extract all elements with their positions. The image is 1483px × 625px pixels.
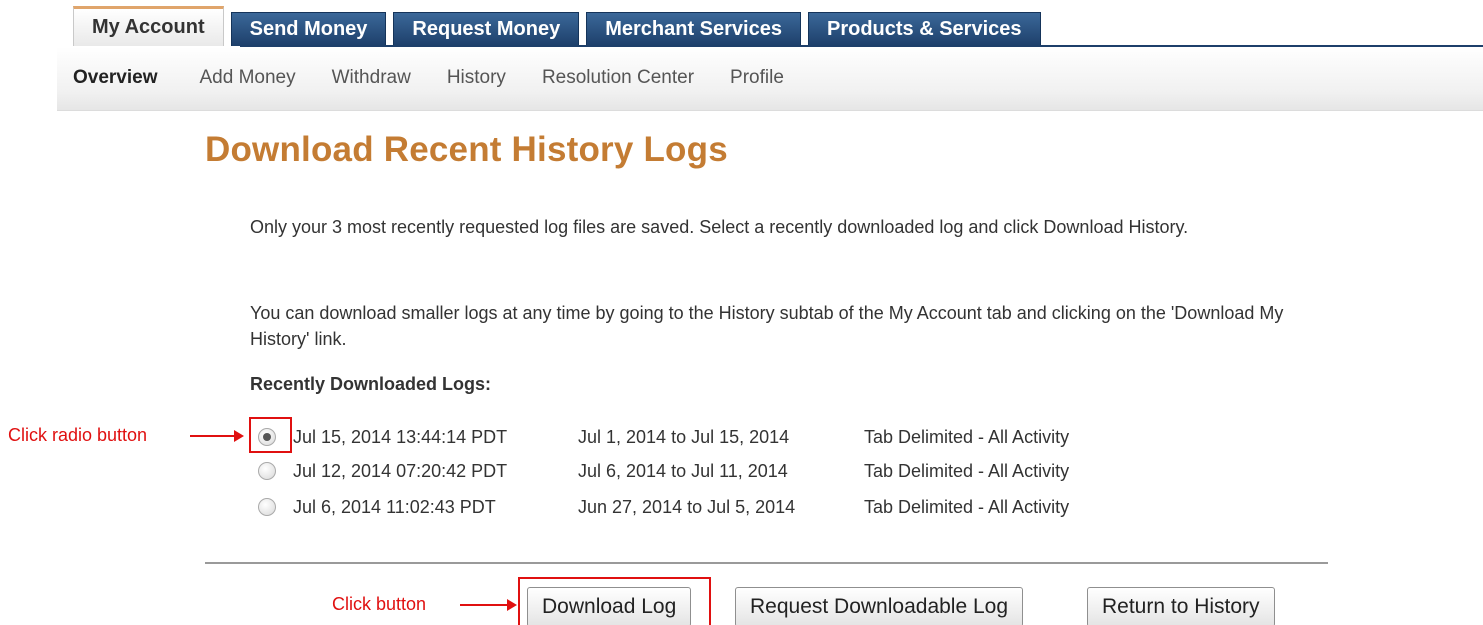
tab-products-services[interactable]: Products & Services <box>807 12 1041 46</box>
page-title: Download Recent History Logs <box>205 130 728 169</box>
tab-send-money[interactable]: Send Money <box>230 12 387 46</box>
log-type: Tab Delimited - All Activity <box>864 426 1070 447</box>
return-to-history-button[interactable]: Return to History <box>1087 587 1275 625</box>
log-radio-button[interactable] <box>258 462 276 480</box>
logs-heading: Recently Downloaded Logs: <box>250 374 492 394</box>
subnav-withdraw[interactable]: Withdraw <box>332 67 411 89</box>
tab-my-account[interactable]: My Account <box>73 6 224 46</box>
subnav-overview[interactable]: Overview <box>73 67 158 89</box>
subnav-resolution-center[interactable]: Resolution Center <box>542 67 694 89</box>
log-date: Jul 12, 2014 07:20:42 PDT <box>293 460 508 481</box>
log-row[interactable]: Jul 6, 2014 11:02:43 PDT Jun 27, 2014 to… <box>258 494 1069 520</box>
log-radio-button[interactable] <box>258 498 276 516</box>
sub-navigation: Overview Add Money Withdraw History Reso… <box>57 47 1483 111</box>
log-row[interactable]: Jul 12, 2014 07:20:42 PDT Jul 6, 2014 to… <box>258 458 1069 484</box>
annotation-button-highlight <box>518 577 711 625</box>
log-range: Jun 27, 2014 to Jul 5, 2014 <box>578 496 796 517</box>
log-range: Jul 6, 2014 to Jul 11, 2014 <box>578 460 788 481</box>
log-date: Jul 15, 2014 13:44:14 PDT <box>293 426 508 447</box>
log-range: Jul 1, 2014 to Jul 15, 2014 <box>578 426 790 447</box>
annotation-radio-label: Click radio button <box>8 425 148 445</box>
tab-merchant-services[interactable]: Merchant Services <box>586 12 801 46</box>
annotation-button-label: Click button <box>332 594 427 614</box>
log-type: Tab Delimited - All Activity <box>864 460 1070 481</box>
section-divider <box>205 562 1328 564</box>
tab-request-money[interactable]: Request Money <box>393 12 580 46</box>
main-tab-bar: My Account Send Money Request Money Merc… <box>73 6 1048 46</box>
request-downloadable-log-button[interactable]: Request Downloadable Log <box>735 587 1024 625</box>
subnav-profile[interactable]: Profile <box>730 67 784 89</box>
annotation-radio-arrow <box>190 430 244 442</box>
subnav-history[interactable]: History <box>447 67 506 89</box>
annotation-button-arrow <box>460 599 517 611</box>
annotation-radio-highlight <box>249 417 292 453</box>
log-date: Jul 6, 2014 11:02:43 PDT <box>293 496 496 517</box>
intro-paragraph-2: You can download smaller logs at any tim… <box>250 303 1284 349</box>
subnav-add-money[interactable]: Add Money <box>200 67 296 89</box>
intro-paragraph-1: Only your 3 most recently requested log … <box>250 217 1189 237</box>
log-type: Tab Delimited - All Activity <box>864 496 1070 517</box>
